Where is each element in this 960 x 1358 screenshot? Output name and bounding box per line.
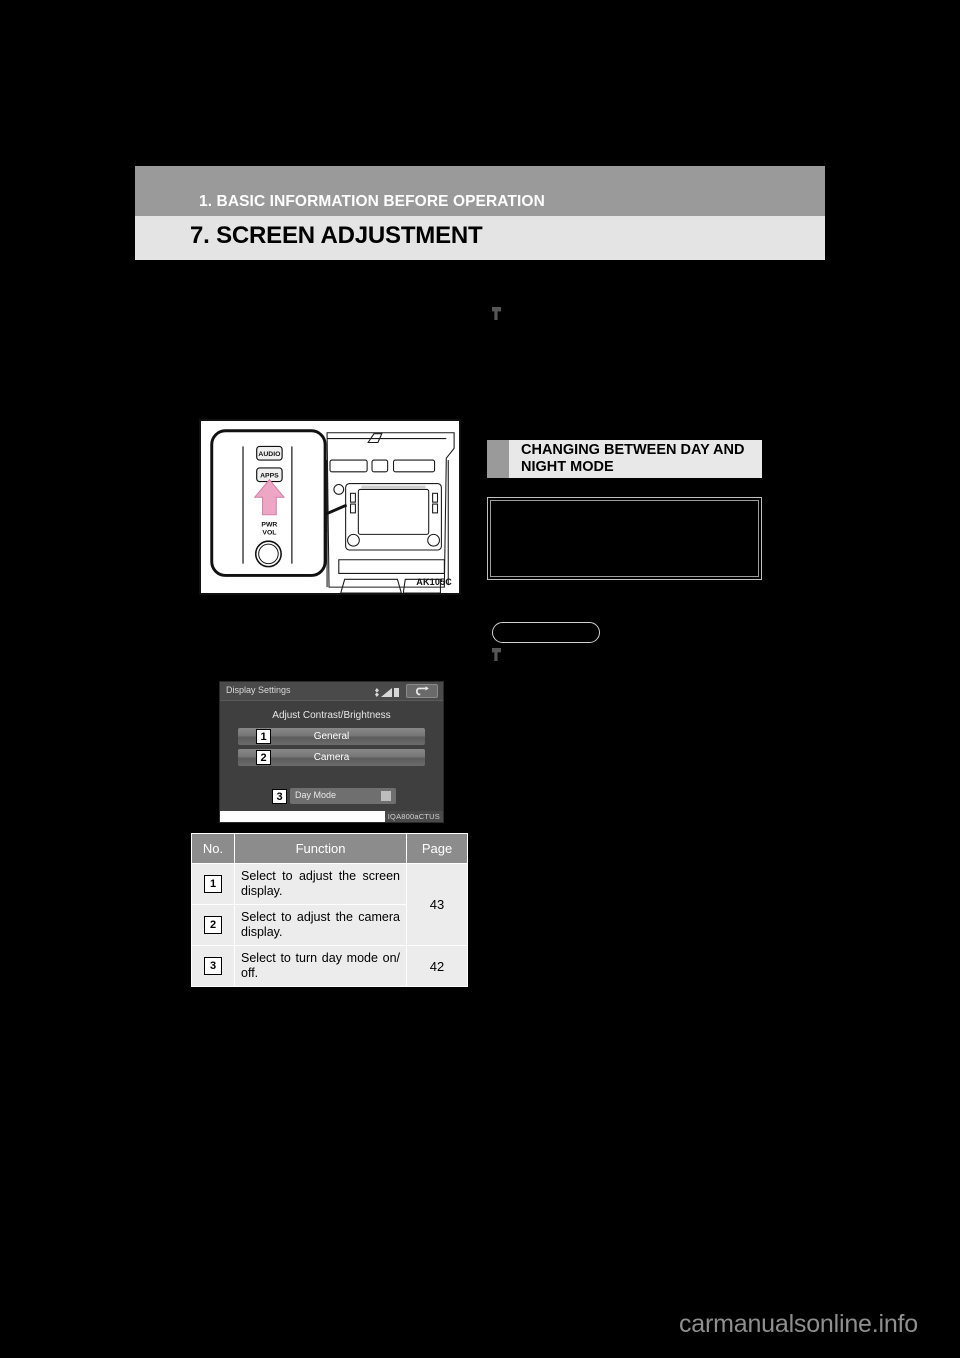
right-column — [492, 285, 827, 323]
paragraph-marker-icon — [492, 648, 501, 661]
row-number-badge: 1 — [204, 875, 222, 893]
display-settings-screen: Display Settings Adjust Contrast/Brightn… — [219, 681, 444, 823]
row-page-cell: 42 — [406, 945, 468, 987]
table-row: 1 Select to adjust the screen display. 4… — [191, 863, 468, 946]
chapter-label: 1. BASIC INFORMATION BEFORE OPERATION — [199, 193, 545, 210]
function-table: No. Function Page 1 Select to adjust the… — [191, 833, 468, 987]
chapter-bar: 1. BASIC INFORMATION BEFORE OPERATION — [135, 166, 825, 216]
row-number-badge: 3 — [204, 957, 222, 975]
screen-titlebar: Display Settings — [220, 682, 443, 701]
right-section-marker — [492, 648, 501, 666]
row-page-cell: 43 — [406, 863, 468, 946]
row-function-cell: Select to turn day mode on/ off. — [234, 945, 407, 987]
callout-number-3: 3 — [272, 789, 287, 804]
screen-title: Display Settings — [226, 685, 291, 695]
battery-icon — [394, 688, 399, 697]
column-header-function: Function — [234, 833, 407, 864]
day-mode-label: Day Mode — [295, 790, 337, 800]
camera-button-row: Camera 2 — [238, 749, 425, 766]
notice-box-inner — [490, 500, 759, 577]
dashboard-svg: AUDIO APPS PWR VOL — [201, 421, 459, 593]
back-arrow-icon[interactable] — [406, 684, 438, 698]
table-row: 3 Select to turn day mode on/ off. 42 — [191, 945, 468, 987]
day-mode-row: Day Mode 3 — [272, 788, 396, 804]
column-header-page: Page — [406, 833, 468, 864]
svg-text:APPS: APPS — [260, 473, 279, 480]
general-button-row: General 1 — [238, 728, 425, 745]
screen-figure-code: IQA800aCTUS — [384, 811, 443, 822]
section-heading-swatch — [487, 440, 509, 478]
table-header-row: No. Function Page — [191, 833, 468, 864]
dashboard-illustration: AUDIO APPS PWR VOL AK105C — [199, 419, 461, 595]
page-title: 7. SCREEN ADJUSTMENT — [190, 222, 483, 249]
bluetooth-icon — [375, 688, 379, 697]
notice-text — [491, 501, 758, 513]
row-number-cell: 2 — [191, 904, 235, 946]
row-function-cell: Select to adjust the screen display. — [234, 863, 407, 905]
row-function-cell: Select to adjust the camera display. — [234, 904, 407, 946]
paragraph-marker-icon — [492, 307, 501, 320]
signal-icon — [381, 688, 392, 697]
callout-number-2: 2 — [256, 750, 271, 765]
callout-number-1: 1 — [256, 729, 271, 744]
right-paragraph-marker — [492, 307, 827, 323]
screen-heading: Adjust Contrast/Brightness — [272, 710, 391, 721]
column-header-no: No. — [191, 833, 235, 864]
site-watermark: carmanualsonline.info — [679, 1310, 919, 1338]
svg-text:AUDIO: AUDIO — [258, 451, 281, 458]
notice-box — [487, 497, 762, 580]
svg-text:VOL: VOL — [262, 529, 276, 536]
section-heading-day-night-mode: CHANGING BETWEEN DAY AND NIGHT MODE — [487, 440, 762, 478]
svg-text:PWR: PWR — [261, 522, 277, 529]
day-mode-checkbox[interactable] — [381, 791, 391, 801]
row-number-badge: 2 — [204, 916, 222, 934]
page-header: 1. BASIC INFORMATION BEFORE OPERATION 7.… — [135, 166, 825, 260]
row-number-cell: 1 — [191, 863, 235, 905]
inline-button-graphic[interactable] — [492, 622, 600, 643]
dashboard-figure-code: AK105C — [416, 577, 452, 587]
day-mode-toggle[interactable]: Day Mode — [290, 788, 396, 804]
row-number-cell: 3 — [191, 945, 235, 987]
screen-status-icons — [375, 686, 399, 697]
title-bar: 7. SCREEN ADJUSTMENT — [135, 216, 825, 260]
section-heading-label: CHANGING BETWEEN DAY AND NIGHT MODE — [521, 442, 745, 475]
